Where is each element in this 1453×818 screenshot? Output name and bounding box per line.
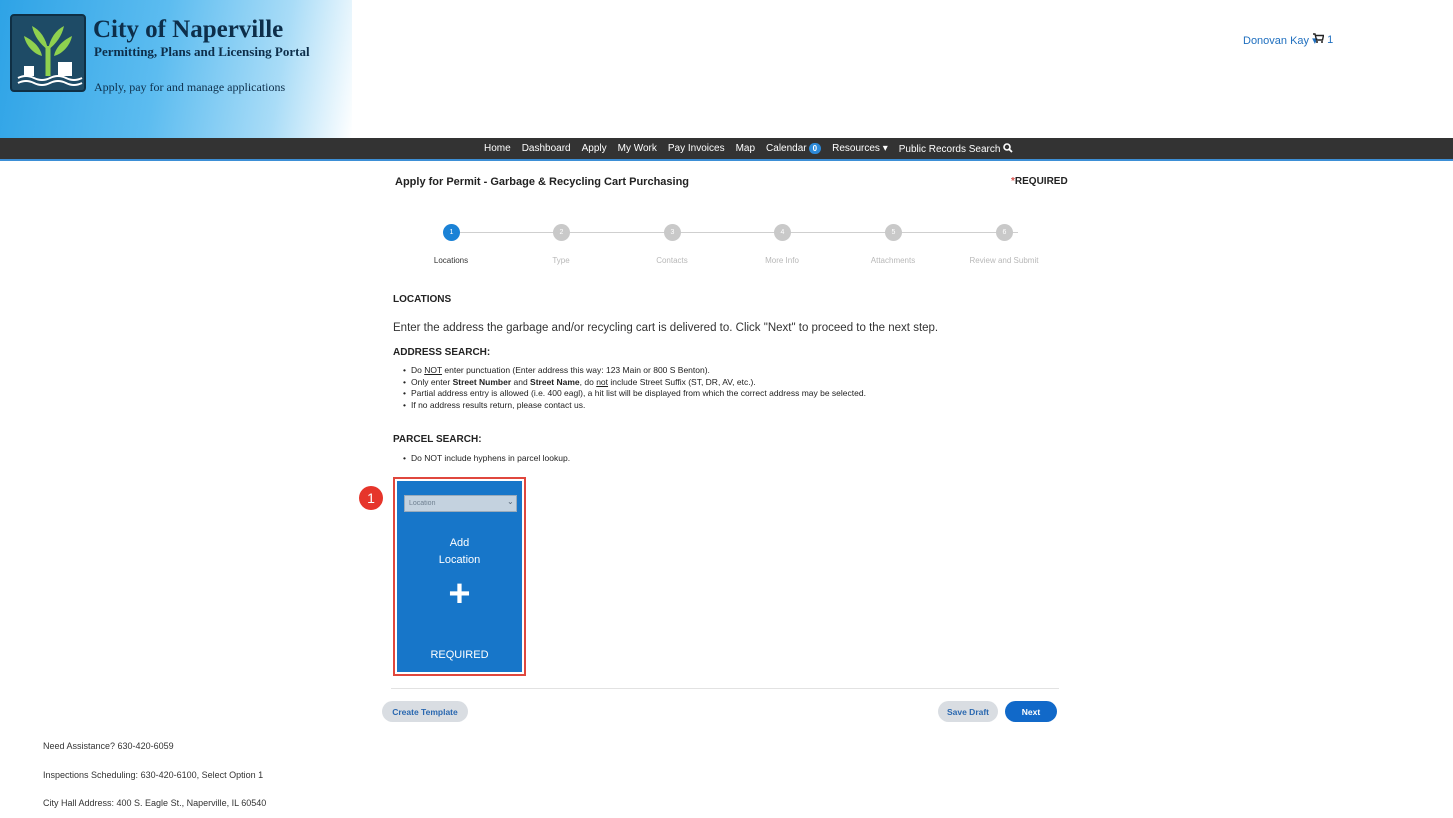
nav-my-work[interactable]: My Work: [618, 143, 657, 155]
caret-down-icon: ▾: [882, 143, 888, 154]
card-required-label: REQUIRED: [430, 649, 489, 661]
search-icon: [1003, 143, 1013, 153]
form-divider: [391, 688, 1059, 689]
cart-count: 1: [1327, 34, 1334, 46]
cart-icon: [1313, 33, 1327, 46]
cart-link[interactable]: 1: [1313, 33, 1333, 46]
save-draft-button[interactable]: Save Draft: [938, 701, 998, 722]
address-search-list: Do NOT enter punctuation (Enter address …: [403, 365, 866, 411]
stepper-line: [460, 232, 1018, 233]
nav-map[interactable]: Map: [736, 143, 755, 155]
step-2-dot[interactable]: 2: [553, 224, 570, 241]
footer-assistance: Need Assistance? 630-420-6059: [43, 741, 174, 751]
step-callout-badge: 1: [359, 486, 383, 510]
step-3-label: Contacts: [656, 256, 688, 265]
address-search-title: ADDRESS SEARCH:: [393, 347, 491, 358]
nav-apply[interactable]: Apply: [582, 143, 607, 155]
step-6-label: Review and Submit: [969, 256, 1039, 265]
plus-icon[interactable]: +: [397, 573, 522, 616]
page-title: Apply for Permit - Garbage & Recycling C…: [395, 176, 690, 188]
list-item: Only enter Street Number and Street Name…: [403, 377, 866, 389]
step-6-dot[interactable]: 6: [996, 224, 1013, 241]
list-item: If no address results return, please con…: [403, 400, 866, 412]
add-location-label: Add Location: [397, 535, 522, 569]
list-item: Do NOT include hyphens in parcel lookup.: [403, 453, 570, 465]
nav-public-records-search[interactable]: Public Records Search: [899, 143, 1014, 155]
highlight-frame: Location ⌄ Add Location + REQUIRED: [393, 477, 526, 676]
nav-pay-invoices[interactable]: Pay Invoices: [668, 143, 725, 155]
tree-logo-icon: [17, 26, 83, 86]
org-title: City of Naperville: [93, 16, 284, 43]
step-1-dot[interactable]: 1: [443, 224, 460, 241]
city-logo[interactable]: [10, 14, 86, 92]
calendar-badge: 0: [808, 143, 822, 154]
progress-stepper: 1 2 3 4 5 6 Locations Type Contacts More…: [394, 224, 1062, 269]
section-title: LOCATIONS: [393, 294, 452, 305]
nav-resources[interactable]: Resources ▾: [832, 143, 888, 155]
user-menu[interactable]: Donovan Kay ▾: [1243, 34, 1318, 47]
create-template-button[interactable]: Create Template: [382, 701, 468, 722]
required-note-text: REQUIRED: [1014, 176, 1068, 187]
intro-text: Enter the address the garbage and/or rec…: [393, 322, 939, 334]
footer-city-hall: City Hall Address: 400 S. Eagle St., Nap…: [43, 798, 267, 808]
add-label-line1: Add: [449, 537, 470, 549]
add-location-card[interactable]: Location ⌄ Add Location + REQUIRED: [397, 481, 522, 672]
step-2-label: Type: [552, 256, 570, 265]
parcel-search-title: PARCEL SEARCH:: [393, 434, 482, 445]
location-type-select[interactable]: Location: [404, 495, 517, 512]
nav-calendar[interactable]: Calendar 0: [766, 143, 822, 155]
org-tagline: Apply, pay for and manage applications: [94, 80, 286, 94]
next-button[interactable]: Next: [1005, 701, 1057, 722]
main-nav: Home Dashboard Apply My Work Pay Invoice…: [0, 138, 1453, 161]
nav-dashboard[interactable]: Dashboard: [522, 143, 571, 155]
list-item: Partial address entry is allowed (i.e. 4…: [403, 388, 866, 400]
add-label-line2: Location: [438, 554, 481, 566]
step-4-dot[interactable]: 4: [774, 224, 791, 241]
user-name: Donovan Kay: [1243, 35, 1310, 47]
required-note: *REQUIRED: [1011, 176, 1068, 187]
step-3-dot[interactable]: 3: [664, 224, 681, 241]
org-subtitle: Permitting, Plans and Licensing Portal: [94, 44, 310, 59]
nav-home[interactable]: Home: [484, 143, 511, 155]
step-4-label: More Info: [765, 256, 799, 265]
nav-resources-label: Resources: [832, 143, 880, 154]
step-5-dot[interactable]: 5: [885, 224, 902, 241]
header-banner: City of Naperville Permitting, Plans and…: [0, 0, 1453, 138]
step-1-label: Locations: [433, 256, 469, 265]
nav-calendar-label: Calendar: [766, 143, 807, 154]
parcel-search-list: Do NOT include hyphens in parcel lookup.: [403, 453, 570, 465]
nav-public-records-label: Public Records Search: [898, 144, 1001, 155]
list-item: Do NOT enter punctuation (Enter address …: [403, 365, 866, 377]
footer-inspections: Inspections Scheduling: 630-420-6100, Se…: [43, 770, 264, 780]
step-5-label: Attachments: [870, 256, 916, 265]
